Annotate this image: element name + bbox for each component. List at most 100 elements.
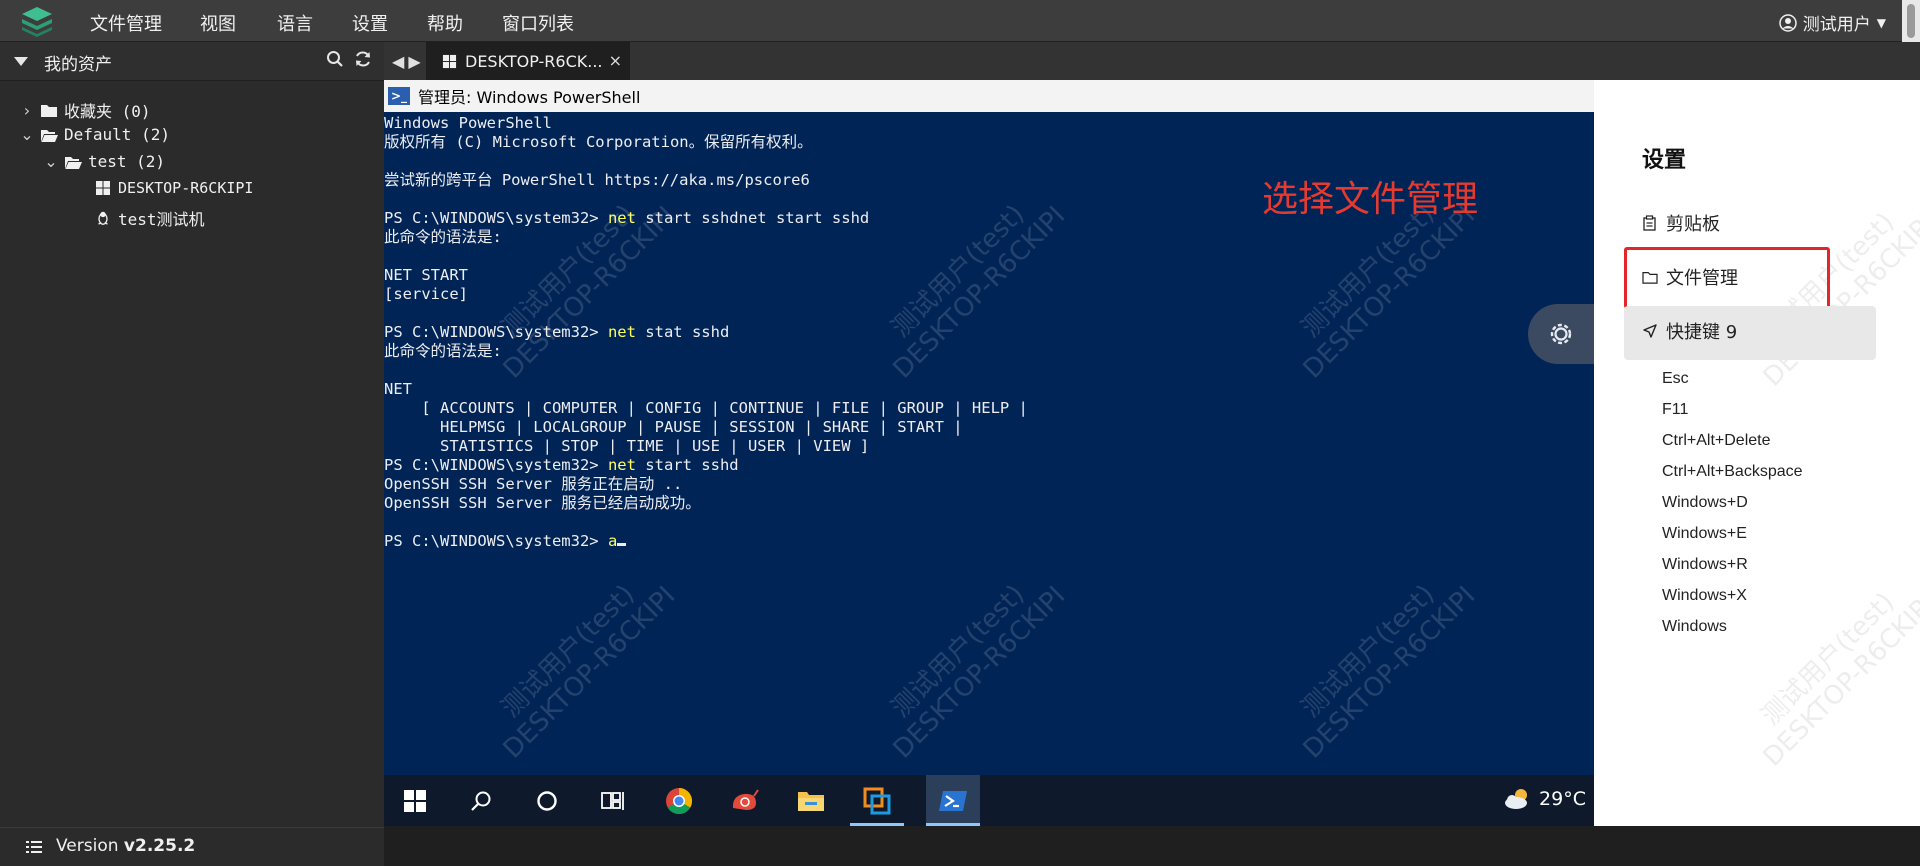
taskbar-cortana[interactable] xyxy=(530,785,564,817)
watermark: 测试用户(test) DESKTOP-R6CKIPI xyxy=(1756,587,1920,773)
terminal-text: [ ACCOUNTS | COMPUTER | CONFIG | CONTINU… xyxy=(384,399,1028,417)
shortcut-esc[interactable]: Esc xyxy=(1662,370,1689,388)
weather-widget[interactable]: 29°C xyxy=(1503,787,1586,811)
folder-open-icon xyxy=(65,156,82,169)
windows-icon xyxy=(96,181,110,195)
sidebar-header: 我的资产 xyxy=(0,42,384,81)
terminal-line: 版权所有 (C) Microsoft Corporation。保留所有权利。 xyxy=(384,133,1028,152)
search-icon xyxy=(471,791,491,811)
remote-window-titlebar: >_ 管理员: Windows PowerShell xyxy=(384,80,1594,112)
tab-scroll-left-icon[interactable]: ◀ xyxy=(392,52,404,71)
folder-icon xyxy=(41,105,57,117)
shortcut-ctrl-alt-delete[interactable]: Ctrl+Alt+Delete xyxy=(1662,432,1771,450)
menu-window-list[interactable]: 窗口列表 xyxy=(502,10,574,36)
taskbar-snail-app[interactable] xyxy=(728,785,762,817)
user-menu[interactable]: 测试用户 ▼ xyxy=(1779,10,1886,35)
taskbar-powershell[interactable] xyxy=(926,775,980,826)
shortcut-windows-d[interactable]: Windows+D xyxy=(1662,494,1748,512)
terminal-command: a xyxy=(607,532,618,550)
chevron-down-icon[interactable]: ⌄ xyxy=(44,152,58,171)
settings-shortcuts[interactable]: 快捷键 9 xyxy=(1642,318,1737,344)
terminal-text: Windows PowerShell xyxy=(384,114,552,132)
tree-item-desktop-host[interactable]: DESKTOP-R6CKIPI xyxy=(94,179,253,197)
start-button[interactable] xyxy=(398,785,432,817)
list-icon[interactable] xyxy=(26,841,42,853)
snail-icon xyxy=(732,789,759,810)
terminal-command: net xyxy=(607,323,636,341)
cortana-icon xyxy=(537,791,557,811)
search-icon[interactable] xyxy=(326,50,344,68)
task-view-icon xyxy=(601,792,624,810)
sidebar-title: 我的资产 xyxy=(44,55,112,75)
settings-clipboard-label: 剪贴板 xyxy=(1666,214,1720,235)
terminal-line: OpenSSH SSH Server 服务已经启动成功。 xyxy=(384,494,1028,513)
terminal-line: [service] xyxy=(384,285,1028,304)
shortcut-windows-x[interactable]: Windows+X xyxy=(1662,587,1747,605)
terminal-line: [ ACCOUNTS | COMPUTER | CONFIG | CONTINU… xyxy=(384,399,1028,418)
chevron-down-icon[interactable]: ⌄ xyxy=(20,125,34,144)
shortcut-ctrl-alt-backspace[interactable]: Ctrl+Alt+Backspace xyxy=(1662,463,1803,481)
folder-open-icon xyxy=(41,129,58,142)
terminal-text: OpenSSH SSH Server 服务正在启动 .. xyxy=(384,475,683,493)
menu-language[interactable]: 语言 xyxy=(277,10,313,36)
tree-label: Default (2) xyxy=(64,125,170,144)
window-scrollbar[interactable] xyxy=(1902,0,1920,42)
weather-cloud-sun-icon xyxy=(1505,789,1528,809)
tree-item-favorites[interactable]: › 收藏夹 (0) xyxy=(20,98,151,122)
shortcut-f11[interactable]: F11 xyxy=(1662,401,1688,419)
user-name: 测试用户 xyxy=(1802,15,1871,35)
terminal-args: start sshd xyxy=(635,456,739,474)
chrome-icon xyxy=(666,787,693,815)
chevron-right-icon[interactable]: › xyxy=(20,101,34,120)
tree-label: test测试机 xyxy=(118,210,205,229)
watermark: 测试用户(test) DESKTOP-R6CKIPI xyxy=(1296,579,1482,765)
clipboard-icon xyxy=(1643,215,1656,231)
powershell-icon: >_ xyxy=(388,87,410,105)
settings-clipboard[interactable]: 剪贴板 xyxy=(1642,210,1720,236)
settings-panel: 测试用户(test) DESKTOP-R6CKIPI 测试用户(test) DE… xyxy=(1594,80,1920,826)
asset-sidebar: 我的资产 › 收藏夹 (0) ⌄ Default (2) ⌄ test (2) xyxy=(0,42,384,866)
terminal-text: NET START xyxy=(384,266,468,284)
version-label: Version xyxy=(56,836,124,856)
powershell-terminal[interactable]: Windows PowerShell 版权所有 (C) Microsoft Cor… xyxy=(384,112,1594,775)
menubar: 文件管理 视图 语言 设置 帮助 窗口列表 测试用户 ▼ xyxy=(0,0,1920,42)
taskbar-task-view[interactable] xyxy=(596,785,630,817)
terminal-args: start sshdnet start sshd xyxy=(635,209,870,227)
tree-item-default[interactable]: ⌄ Default (2) xyxy=(20,125,170,144)
terminal-command: net xyxy=(607,209,636,227)
windows-icon xyxy=(442,54,457,68)
collapse-triangle-icon[interactable] xyxy=(14,57,28,66)
close-icon[interactable]: × xyxy=(609,51,622,70)
terminal-line: 尝试新的跨平台 PowerShell https://aka.ms/pscore… xyxy=(384,171,1028,190)
menu-settings[interactable]: 设置 xyxy=(352,10,388,36)
terminal-prompt: PS C:\WINDOWS\system32> xyxy=(384,209,608,227)
terminal-line: PS C:\WINDOWS\system32> a xyxy=(384,532,1028,551)
refresh-icon[interactable] xyxy=(354,50,372,68)
taskbar-chrome[interactable] xyxy=(662,785,696,817)
settings-toggle[interactable] xyxy=(1528,304,1594,364)
powershell-icon xyxy=(939,790,967,811)
terminal-line: 此命令的语法是: xyxy=(384,228,1028,247)
tab-scroll-right-icon[interactable]: ▶ xyxy=(408,52,420,71)
status-strip xyxy=(384,826,1920,866)
shortcut-windows[interactable]: Windows xyxy=(1662,618,1727,636)
taskbar-search[interactable] xyxy=(464,785,498,817)
linux-penguin-icon xyxy=(98,211,108,225)
terminal-text: 版权所有 (C) Microsoft Corporation。保留所有权利。 xyxy=(384,133,813,151)
tree-item-test-group[interactable]: ⌄ test (2) xyxy=(44,152,165,171)
gear-icon xyxy=(1550,323,1572,345)
terminal-prompt: PS C:\WINDOWS\system32> xyxy=(384,532,608,550)
menu-view[interactable]: 视图 xyxy=(200,10,236,36)
shortcut-windows-e[interactable]: Windows+E xyxy=(1662,525,1747,543)
tree-item-linux-host[interactable]: test测试机 xyxy=(94,206,205,230)
taskbar-remote-app[interactable] xyxy=(860,785,894,817)
taskbar-file-explorer[interactable] xyxy=(794,785,828,817)
menu-help[interactable]: 帮助 xyxy=(427,10,463,36)
shortcut-windows-r[interactable]: Windows+R xyxy=(1662,556,1748,574)
settings-file-manager[interactable]: 文件管理 xyxy=(1642,264,1738,290)
menu-file-manager[interactable]: 文件管理 xyxy=(90,10,162,36)
tab-desktop-session[interactable]: DESKTOP-R6CK... × xyxy=(426,42,630,80)
tab-bar: ◀ ▶ DESKTOP-R6CK... × xyxy=(384,42,1920,80)
